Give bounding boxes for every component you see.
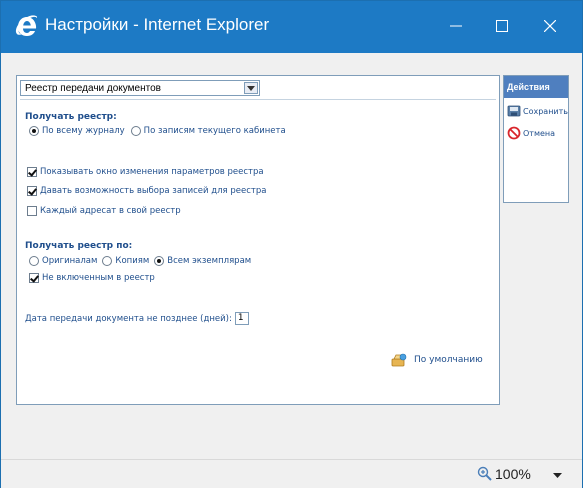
- radio-button[interactable]: [102, 256, 113, 266]
- minimize-button[interactable]: [433, 1, 479, 53]
- ie-window: Настройки - Internet Explorer Реестр пер…: [0, 0, 583, 488]
- zoom-control[interactable]: 100%: [477, 466, 531, 482]
- checkbox-checked[interactable]: [27, 167, 37, 177]
- registry-type-value: Реестр передачи документов: [25, 83, 161, 94]
- radio-button-selected[interactable]: [29, 126, 39, 136]
- radio-button[interactable]: [130, 126, 141, 136]
- save-label: Сохранить: [523, 106, 568, 116]
- reset-default-icon: [391, 353, 407, 367]
- radio-label: По записям текущего кабинета: [143, 126, 286, 136]
- maximize-icon: [496, 20, 508, 32]
- status-bar: 100%: [1, 459, 582, 488]
- cancel-button[interactable]: Отмена: [507, 126, 555, 140]
- page-content: Реестр передачи документов Получать реес…: [4, 53, 579, 459]
- radio-label: Копиям: [115, 256, 150, 266]
- save-button[interactable]: Сохранить: [507, 105, 568, 117]
- checkbox-allow-record-selection[interactable]: Давать возможность выбора записей для ре…: [27, 186, 266, 196]
- checkbox-not-included[interactable]: Не включенным в реестр: [29, 273, 155, 283]
- close-icon: [544, 20, 556, 32]
- zoom-dropdown-icon[interactable]: [553, 473, 562, 478]
- dropdown-arrow-button[interactable]: [244, 82, 258, 94]
- zoom-icon: [477, 466, 492, 481]
- checkbox-unchecked[interactable]: [27, 206, 37, 216]
- checkbox-show-params-window[interactable]: Показывать окно изменения параметров рее…: [27, 167, 264, 177]
- receive-registry-heading: Получать реестр:: [25, 112, 117, 122]
- window-title: Настройки - Internet Explorer: [45, 15, 270, 34]
- cancel-label: Отмена: [523, 128, 556, 138]
- radio-label: По всему журналу: [42, 126, 125, 136]
- checkbox-label: Показывать окно изменения параметров рее…: [40, 167, 264, 177]
- days-field-label: Дата передачи документа не позднее (дней…: [25, 313, 232, 324]
- minimize-icon: [450, 25, 462, 27]
- radio-button[interactable]: [29, 256, 39, 266]
- radio-label: Всем экземплярам: [167, 256, 252, 266]
- radio-whole-journal[interactable]: По всему журналу По записям текущего каб…: [29, 126, 286, 136]
- registry-type-select[interactable]: Реестр передачи документов: [20, 80, 260, 96]
- checkbox-label: Не включенным в реестр: [42, 273, 155, 283]
- checkbox-label: Давать возможность выбора записей для ре…: [40, 186, 267, 196]
- maximize-button[interactable]: [479, 1, 525, 53]
- checkbox-label: Каждый адресат в свой реестр: [40, 206, 181, 216]
- close-button[interactable]: [527, 1, 573, 53]
- cancel-icon: [507, 126, 521, 140]
- days-field-row: Дата передачи документа не позднее (дней…: [25, 312, 249, 325]
- title-bar: Настройки - Internet Explorer: [1, 1, 582, 53]
- internet-explorer-icon: [15, 15, 38, 36]
- actions-title: Действия: [504, 76, 568, 98]
- radio-button-selected[interactable]: [154, 256, 165, 266]
- save-icon: [507, 105, 521, 117]
- chevron-down-icon: [247, 86, 255, 91]
- radio-label: Оригиналам: [42, 256, 98, 266]
- receive-by-heading: Получать реестр по:: [25, 241, 133, 251]
- zoom-level: 100%: [495, 466, 531, 482]
- checkbox-checked[interactable]: [27, 186, 37, 196]
- days-input[interactable]: 1: [234, 312, 249, 325]
- default-button-label: По умолчанию: [414, 355, 483, 365]
- checkbox-each-addressee[interactable]: Каждый адресат в свой реестр: [27, 206, 181, 216]
- settings-panel: Реестр передачи документов Получать реес…: [16, 75, 500, 405]
- divider: [20, 99, 496, 100]
- checkbox-checked[interactable]: [29, 273, 39, 283]
- actions-panel: Действия Сохранить Отмена: [503, 75, 569, 203]
- radio-group-copies[interactable]: Оригиналам Копиям Всем экземплярам: [29, 256, 251, 266]
- default-button[interactable]: По умолчанию: [391, 353, 483, 367]
